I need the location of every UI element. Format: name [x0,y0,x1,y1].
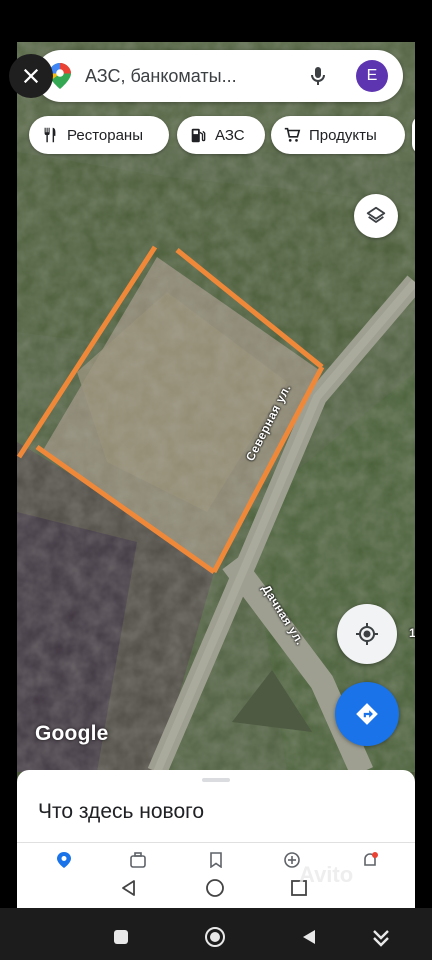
search-placeholder[interactable]: АЗС, банкоматы... [85,66,237,87]
restaurant-icon [44,127,56,143]
close-icon [23,68,39,84]
chip-gas-stations-label: АЗС [215,126,245,144]
layers-icon [366,206,386,223]
cart-icon [284,127,301,142]
map-edge-label: 1 [409,626,415,640]
record-icon[interactable] [204,926,226,948]
phone-screen: Северная ул. Дачная ул. 1 АЗС, банкоматы… [17,42,415,908]
layers-button[interactable] [354,194,398,238]
gas-station-icon [191,128,206,143]
updates-icon[interactable] [361,851,379,869]
chip-groceries-label: Продукты [309,126,377,144]
chip-gas-stations[interactable]: АЗС [177,116,265,154]
google-attribution: Google [35,722,109,745]
outer-nav-bar [0,908,432,960]
saved-icon[interactable] [207,851,225,869]
chip-restaurants[interactable]: Рестораны [29,116,169,154]
my-location-button[interactable] [337,604,397,664]
directions-icon [356,703,378,725]
account-avatar[interactable]: E [356,60,388,92]
search-bar[interactable]: АЗС, банкоматы... E [35,50,403,102]
go-icon[interactable] [129,851,147,869]
close-button[interactable] [9,54,53,98]
chip-restaurants-label: Рестораны [67,126,143,144]
outer-back-icon[interactable] [298,926,320,948]
sheet-title: Что здесь нового [38,800,205,823]
stop-icon[interactable] [110,926,132,948]
avatar-letter: E [366,67,378,84]
system-nav-bar [17,868,415,908]
microphone-icon[interactable] [306,64,330,88]
home-icon[interactable] [205,878,225,898]
download-icon[interactable] [370,926,392,948]
avito-watermark: Avito [299,862,354,887]
my-location-icon [356,623,378,645]
drag-handle[interactable] [202,778,230,782]
back-icon[interactable] [119,878,139,898]
chip-partial[interactable] [412,116,415,154]
chip-groceries[interactable]: Продукты [271,116,405,154]
directions-button[interactable] [335,682,399,746]
explore-icon[interactable] [55,851,73,869]
status-bar [0,0,432,42]
